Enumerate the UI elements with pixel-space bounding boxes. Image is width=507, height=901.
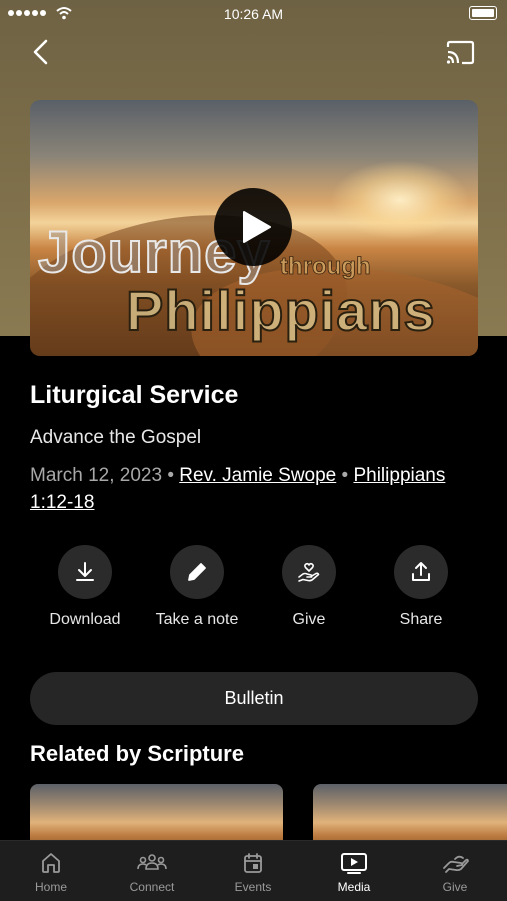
bottom-tab-bar: Home Connect Events Media Give	[0, 840, 507, 901]
tab-events[interactable]: Events	[203, 841, 303, 901]
take-note-label: Take a note	[155, 611, 239, 628]
back-chevron-icon[interactable]	[28, 38, 54, 66]
give-button[interactable]: Give	[254, 545, 364, 629]
sermon-hero-image[interactable]: Journey through Philippians	[30, 100, 478, 356]
pencil-icon	[188, 563, 206, 581]
give-hand-heart-icon	[298, 562, 320, 582]
calendar-icon	[244, 853, 262, 873]
sermon-date: March 12, 2023	[30, 465, 163, 486]
hero-title-line3: Philippians	[126, 279, 436, 342]
bulletin-button[interactable]: Bulletin	[30, 672, 478, 725]
cast-icon[interactable]	[445, 40, 475, 66]
status-bar: 10:26 AM	[0, 0, 507, 28]
tab-give[interactable]: Give	[405, 841, 505, 901]
speaker-link[interactable]: Rev. Jamie Swope	[179, 465, 336, 486]
play-icon	[243, 211, 271, 243]
download-label: Download	[49, 611, 121, 628]
sermon-meta: March 12, 2023 • Rev. Jamie Swope • Phil…	[30, 462, 480, 516]
people-icon	[137, 854, 167, 870]
media-icon	[341, 853, 367, 874]
tab-connect[interactable]: Connect	[102, 841, 202, 901]
give-label: Give	[292, 611, 326, 628]
meta-separator: •	[341, 465, 349, 486]
status-time: 10:26 AM	[223, 6, 284, 22]
take-note-button[interactable]: Take a note	[142, 545, 252, 629]
meta-separator: •	[167, 465, 174, 486]
sermon-subtitle: Advance the Gospel	[30, 427, 202, 448]
play-button[interactable]	[214, 188, 292, 266]
share-icon	[412, 562, 430, 581]
battery-icon	[469, 6, 497, 20]
download-icon	[76, 562, 94, 581]
share-label: Share	[399, 611, 443, 628]
sermon-title: Liturgical Service	[30, 381, 239, 409]
hero-title-line2: through	[280, 253, 371, 280]
tab-media[interactable]: Media	[304, 841, 404, 901]
download-button[interactable]: Download	[30, 545, 140, 629]
tab-home[interactable]: Home	[1, 841, 101, 901]
related-by-scripture-heading: Related by Scripture	[30, 741, 244, 766]
home-icon	[42, 853, 60, 873]
give-icon	[443, 855, 469, 873]
share-button[interactable]: Share	[366, 545, 476, 629]
